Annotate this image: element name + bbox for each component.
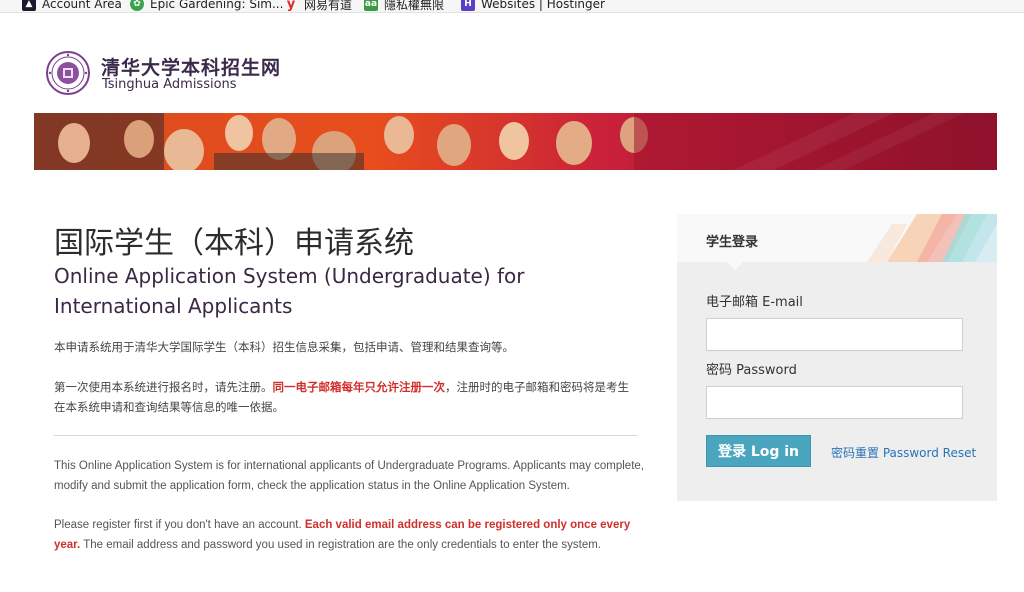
bookmark-account-area[interactable]: ▲ Account Area (22, 0, 122, 12)
bookmark-youdao[interactable]: y 网易有道 (284, 0, 352, 12)
bookmark-hostinger[interactable]: H Websites | Hostinger (461, 0, 605, 12)
header-notch (727, 262, 743, 270)
aa-icon: aa (364, 0, 378, 11)
bookmarks-bar: ▲ Account Area ✿ Epic Gardening: Sim... … (0, 0, 1024, 13)
login-panel: 学生登录 电子邮箱 E-mail 密码 Password 登录 Log in 密… (677, 214, 997, 501)
account-icon: ▲ (22, 0, 36, 11)
content-divider (54, 435, 638, 436)
site-name-en: Tsinghua Admissions (102, 77, 237, 92)
email-label: 电子邮箱 E-mail (706, 295, 803, 310)
login-button[interactable]: 登录 Log in (706, 435, 811, 467)
intro-paragraph-en: This Online Application System is for in… (54, 460, 644, 492)
leaf-icon: ✿ (130, 0, 144, 11)
youdao-icon: y (286, 0, 296, 12)
intro-paragraph-cn: 本申请系统用于清华大学国际学生（本科）招生信息采集，包括申请、管理和结果查询等。 (54, 340, 514, 354)
tsinghua-seal-logo[interactable] (46, 51, 90, 95)
site-name-cn: 清华大学本科招生网 (101, 57, 282, 79)
register-paragraph-en: Please register first if you don't have … (54, 519, 631, 551)
banner-photo (34, 113, 997, 170)
bookmark-epic-gardening[interactable]: ✿ Epic Gardening: Sim... (130, 0, 283, 12)
page-title-cn: 国际学生（本科）申请系统 (54, 226, 414, 261)
register-warning-cn: 同一电子邮箱每年只允许注册一次 (272, 380, 446, 394)
email-field[interactable] (706, 318, 963, 351)
login-panel-header: 学生登录 (677, 214, 997, 262)
hostinger-icon: H (461, 0, 475, 11)
password-label: 密码 Password (706, 363, 797, 378)
password-reset-link[interactable]: 密码重置 Password Reset (831, 444, 976, 461)
login-title: 学生登录 (706, 235, 759, 250)
bookmark-privacy[interactable]: aa 隱私權無限 (364, 0, 444, 12)
password-field[interactable] (706, 386, 963, 419)
register-paragraph-cn: 第一次使用本系统进行报名时，请先注册。同一电子邮箱每年只允许注册一次，注册时的电… (54, 380, 629, 414)
page-title-en: Online Application System (Undergraduate… (54, 264, 525, 318)
panel-decoration (867, 214, 997, 262)
